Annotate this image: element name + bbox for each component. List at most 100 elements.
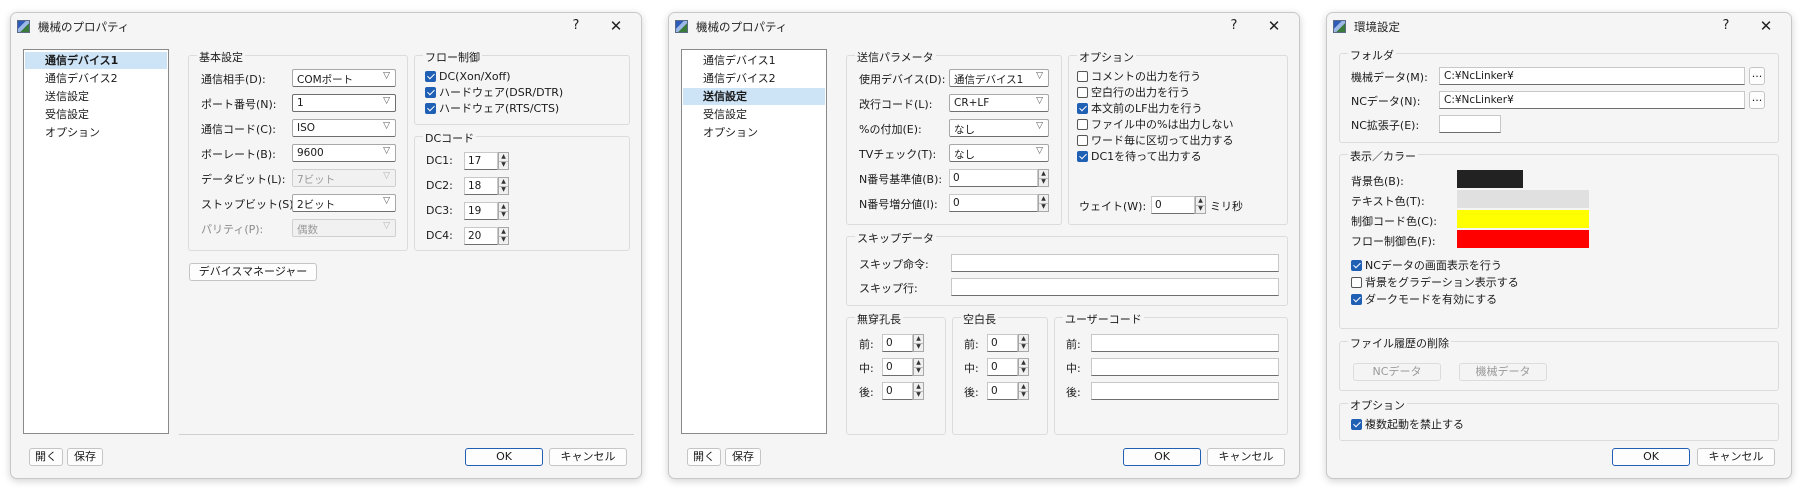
output-lf-before-body-checkbox[interactable]: 本文前のLF出力を行う: [1077, 102, 1202, 116]
stepper-value[interactable]: 0: [987, 382, 1018, 400]
nc-data-display-checkbox[interactable]: NCデータの画面表示を行う: [1351, 259, 1502, 273]
output-blank-line-checkbox[interactable]: 空白行の出力を行う: [1077, 86, 1190, 100]
checkbox-icon[interactable]: [1077, 151, 1088, 162]
user-code-back-input[interactable]: [1091, 382, 1279, 400]
gradient-background-checkbox[interactable]: 背景をグラデーション表示する: [1351, 276, 1519, 290]
wait-stepper[interactable]: 0 ▲ ▼: [1151, 196, 1206, 214]
blank-middle-stepper[interactable]: 0 ▲ ▼: [987, 358, 1029, 376]
percent-add-select[interactable]: なし ▽: [949, 119, 1049, 137]
category-list[interactable]: 通信デバイス1 通信デバイス2 送信設定 受信設定 オプション: [681, 49, 827, 434]
comm-partner-select[interactable]: COMポート ▽: [292, 69, 396, 87]
ok-button[interactable]: OK: [1612, 448, 1690, 466]
nav-item-comm-device-2[interactable]: 通信デバイス2: [25, 70, 167, 87]
cancel-button[interactable]: キャンセル: [1697, 448, 1775, 466]
dc2-stepper[interactable]: 18 ▲ ▼: [464, 177, 509, 195]
nav-item-comm-device-1[interactable]: 通信デバイス1: [25, 52, 167, 69]
background-color-swatch[interactable]: [1457, 170, 1523, 188]
no-percent-output-checkbox[interactable]: ファイル中の%は出力しない: [1077, 118, 1233, 132]
open-button[interactable]: 開く: [29, 448, 63, 466]
close-icon[interactable]: ✕: [599, 15, 633, 37]
skip-row-input[interactable]: [951, 278, 1279, 296]
flow-rts-cts-checkbox[interactable]: ハードウェア(RTS/CTS): [425, 102, 559, 116]
spin-down-icon[interactable]: ▼: [499, 211, 508, 219]
text-color-swatch[interactable]: [1457, 190, 1589, 208]
checkbox-icon[interactable]: [1077, 135, 1088, 146]
spin-down-icon[interactable]: ▼: [499, 186, 508, 194]
machine-data-browse-button[interactable]: ...: [1749, 67, 1765, 85]
ok-button[interactable]: OK: [465, 448, 543, 466]
dark-mode-checkbox[interactable]: ダークモードを有効にする: [1351, 293, 1497, 307]
output-comment-checkbox[interactable]: コメントの出力を行う: [1077, 70, 1201, 84]
close-icon[interactable]: ✕: [1257, 15, 1291, 37]
blank-front-stepper[interactable]: 0 ▲ ▼: [987, 334, 1029, 352]
checkbox-icon[interactable]: [1351, 419, 1362, 430]
spin-down-icon[interactable]: ▼: [914, 343, 923, 351]
port-number-select[interactable]: 1 ▽: [292, 94, 396, 112]
flow-control-color-swatch[interactable]: [1457, 230, 1589, 248]
nc-data-path-input[interactable]: C:¥NcLinker¥: [1439, 91, 1745, 109]
spin-down-icon[interactable]: ▼: [1039, 178, 1048, 186]
stepper-value[interactable]: 0: [1151, 196, 1195, 214]
nav-item-send-settings[interactable]: 送信設定: [683, 88, 825, 105]
no-perforation-middle-stepper[interactable]: 0 ▲ ▼: [882, 358, 924, 376]
dc3-stepper[interactable]: 19 ▲ ▼: [464, 202, 509, 220]
checkbox-icon[interactable]: [1351, 277, 1362, 288]
dc4-stepper[interactable]: 20 ▲ ▼: [464, 227, 509, 245]
control-code-color-swatch[interactable]: [1457, 210, 1589, 228]
checkbox-icon[interactable]: [425, 87, 436, 98]
wait-dc1-checkbox[interactable]: DC1を待って出力する: [1077, 150, 1202, 164]
nc-extension-input[interactable]: [1439, 115, 1501, 133]
ok-button[interactable]: OK: [1123, 448, 1201, 466]
spin-down-icon[interactable]: ▼: [914, 367, 923, 375]
spin-down-icon[interactable]: ▼: [499, 236, 508, 244]
clear-nc-history-button[interactable]: NCデータ: [1353, 363, 1441, 381]
spin-down-icon[interactable]: ▼: [1039, 203, 1048, 211]
stepper-value[interactable]: 0: [882, 358, 913, 376]
user-code-front-input[interactable]: [1091, 334, 1279, 352]
spin-down-icon[interactable]: ▼: [1019, 367, 1028, 375]
nav-item-receive-settings[interactable]: 受信設定: [683, 106, 825, 123]
nav-item-comm-device-1[interactable]: 通信デバイス1: [683, 52, 825, 69]
stepper-value[interactable]: 0: [987, 358, 1018, 376]
save-button[interactable]: 保存: [725, 448, 761, 466]
stop-bit-select[interactable]: 2ビット ▽: [292, 194, 396, 212]
category-list[interactable]: 通信デバイス1 通信デバイス2 送信設定 受信設定 オプション: [23, 49, 169, 434]
open-button[interactable]: 開く: [687, 448, 721, 466]
nav-item-options[interactable]: オプション: [25, 124, 167, 141]
spin-down-icon[interactable]: ▼: [914, 391, 923, 399]
checkbox-icon[interactable]: [425, 71, 436, 82]
split-by-word-checkbox[interactable]: ワード毎に区切って出力する: [1077, 134, 1233, 148]
checkbox-icon[interactable]: [425, 103, 436, 114]
help-button[interactable]: ?: [559, 15, 593, 37]
nav-item-options[interactable]: オプション: [683, 124, 825, 141]
stepper-value[interactable]: 0: [987, 334, 1018, 352]
comm-code-select[interactable]: ISO ▽: [292, 119, 396, 137]
checkbox-icon[interactable]: [1077, 103, 1088, 114]
nav-item-receive-settings[interactable]: 受信設定: [25, 106, 167, 123]
baud-rate-select[interactable]: 9600 ▽: [292, 144, 396, 162]
n-increment-stepper[interactable]: 0 ▲ ▼: [949, 194, 1049, 212]
no-perforation-back-stepper[interactable]: 0 ▲ ▼: [882, 382, 924, 400]
cancel-button[interactable]: キャンセル: [549, 448, 627, 466]
spin-down-icon[interactable]: ▼: [1019, 391, 1028, 399]
stepper-value[interactable]: 20: [464, 227, 498, 245]
machine-data-path-input[interactable]: C:¥NcLinker¥: [1439, 67, 1745, 85]
tv-check-select[interactable]: なし ▽: [949, 144, 1049, 162]
checkbox-icon[interactable]: [1351, 294, 1362, 305]
no-perforation-front-stepper[interactable]: 0 ▲ ▼: [882, 334, 924, 352]
spin-down-icon[interactable]: ▼: [1019, 343, 1028, 351]
n-base-stepper[interactable]: 0 ▲ ▼: [949, 169, 1049, 187]
user-code-middle-input[interactable]: [1091, 358, 1279, 376]
cancel-button[interactable]: キャンセル: [1207, 448, 1285, 466]
help-button[interactable]: ?: [1217, 15, 1251, 37]
use-device-select[interactable]: 通信デバイス1 ▽: [949, 69, 1049, 87]
blank-back-stepper[interactable]: 0 ▲ ▼: [987, 382, 1029, 400]
checkbox-icon[interactable]: [1077, 71, 1088, 82]
save-button[interactable]: 保存: [67, 448, 103, 466]
checkbox-icon[interactable]: [1351, 260, 1362, 271]
device-manager-button[interactable]: デバイスマネージャー: [189, 263, 317, 281]
checkbox-icon[interactable]: [1077, 87, 1088, 98]
checkbox-icon[interactable]: [1077, 119, 1088, 130]
nav-item-send-settings[interactable]: 送信設定: [25, 88, 167, 105]
nav-item-comm-device-2[interactable]: 通信デバイス2: [683, 70, 825, 87]
